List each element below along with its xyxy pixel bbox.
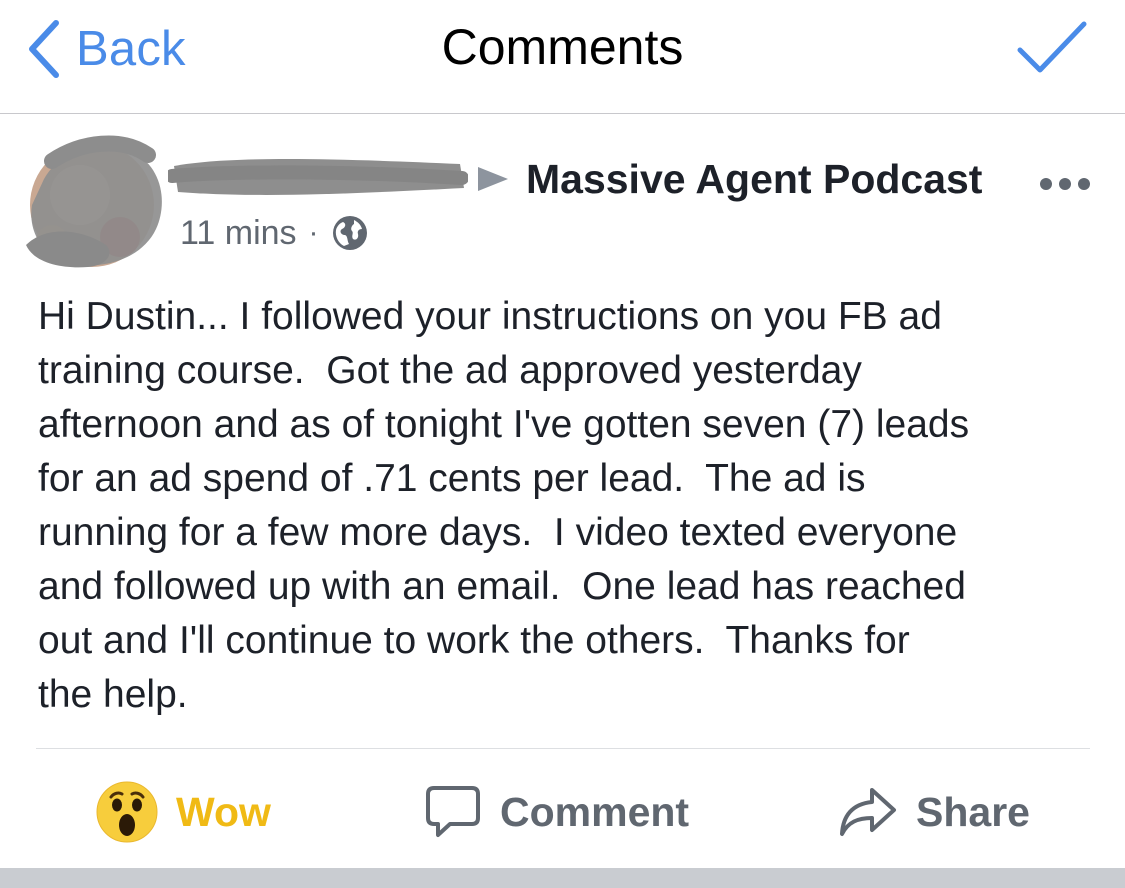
- back-button[interactable]: Back: [22, 14, 186, 84]
- redacted-name: [168, 159, 468, 195]
- post-line: and followed up with an email. One lead …: [38, 565, 966, 608]
- post-line: for an ad spend of .71 cents per lead. T…: [38, 457, 866, 500]
- globe-icon: [332, 216, 367, 250]
- nav-bar: Back Comments: [0, 0, 1125, 114]
- chevron-left-icon: [29, 20, 59, 78]
- comment-label: Comment: [500, 788, 690, 835]
- post-line: afternoon and as of tonight I've gotten …: [38, 403, 970, 446]
- post-line: the help.: [38, 673, 188, 716]
- post-line: training course. Got the ad approved yes…: [38, 349, 862, 392]
- post-body: Hi Dustin... I followed your instruction…: [38, 290, 1098, 722]
- avatar[interactable]: [22, 133, 172, 271]
- post-line: running for a few more days. I video tex…: [38, 511, 958, 554]
- page-name-link[interactable]: Massive Agent Podcast: [526, 156, 982, 203]
- post-time[interactable]: 11 mins: [180, 214, 297, 253]
- section-separator: [0, 868, 1125, 888]
- share-button[interactable]: Share: [838, 774, 1030, 850]
- post-line: Hi Dustin... I followed your instruction…: [38, 295, 942, 338]
- checkmark-icon[interactable]: [1014, 18, 1090, 78]
- back-label: Back: [76, 22, 186, 76]
- speech-bubble-icon: [426, 786, 480, 837]
- wow-label: Wow: [176, 788, 271, 835]
- arrow-right-icon: [478, 167, 508, 191]
- share-arrow-icon: [840, 788, 896, 836]
- comment-button[interactable]: Comment: [424, 774, 689, 850]
- more-dots-icon[interactable]: [1036, 168, 1094, 200]
- wow-reaction-button[interactable]: Wow: [96, 774, 271, 850]
- divider: [36, 748, 1090, 749]
- wow-emoji-icon: [96, 781, 158, 843]
- share-label: Share: [916, 788, 1030, 835]
- post-meta: 11 mins ·: [180, 211, 369, 255]
- meta-separator: ·: [308, 216, 319, 249]
- post-line: out and I'll continue to work the others…: [38, 619, 910, 662]
